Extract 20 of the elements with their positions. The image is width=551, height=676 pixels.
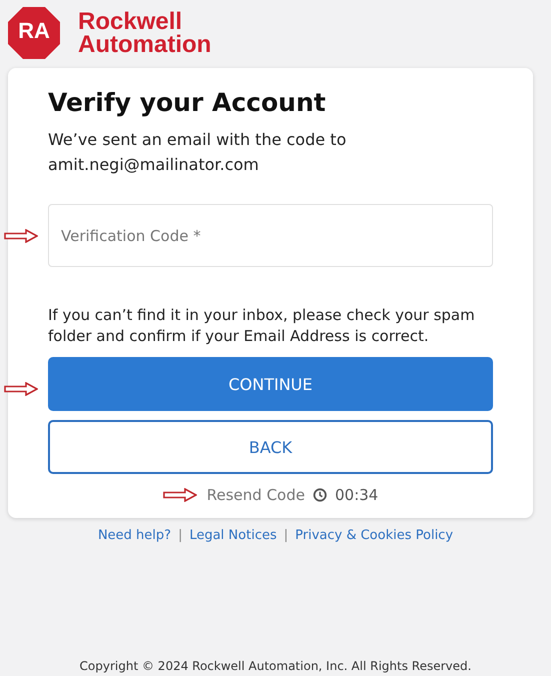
footer-link[interactable]: Need help? <box>98 528 172 543</box>
brand-name: Automation <box>78 33 212 56</box>
hint-text: If you can’t find it in your inbox, please check your spam folder and confirm if your Email Address is correct. <box>48 305 476 347</box>
brand-name: Rockwell <box>78 10 182 33</box>
copyright-text: Copyright © 2024 Rockwell Automation, Inc. All Rights Reserved. <box>78 659 472 673</box>
logo-badge-icon <box>6 5 62 61</box>
clock-icon <box>312 488 327 502</box>
logo-badge-text: RA <box>17 18 51 44</box>
back-button[interactable]: BACK <box>48 420 493 474</box>
footer-link[interactable]: Legal Notices <box>189 528 277 543</box>
countdown-timer: 00:34 <box>334 486 378 504</box>
email-address: amit.negi@mailinator.com <box>48 154 260 176</box>
message-text: We’ve sent an email with the code to <box>48 129 348 151</box>
footer-link[interactable]: Privacy & Cookies Policy <box>295 528 454 543</box>
verification-code-field[interactable]: Verification Code * <box>48 204 493 267</box>
annotation-arrow-icon <box>162 488 197 502</box>
page-title: Verify your Account <box>48 88 327 117</box>
separator: | <box>284 528 288 543</box>
separator: | <box>178 528 182 543</box>
continue-button[interactable]: CONTINUE <box>48 357 493 411</box>
